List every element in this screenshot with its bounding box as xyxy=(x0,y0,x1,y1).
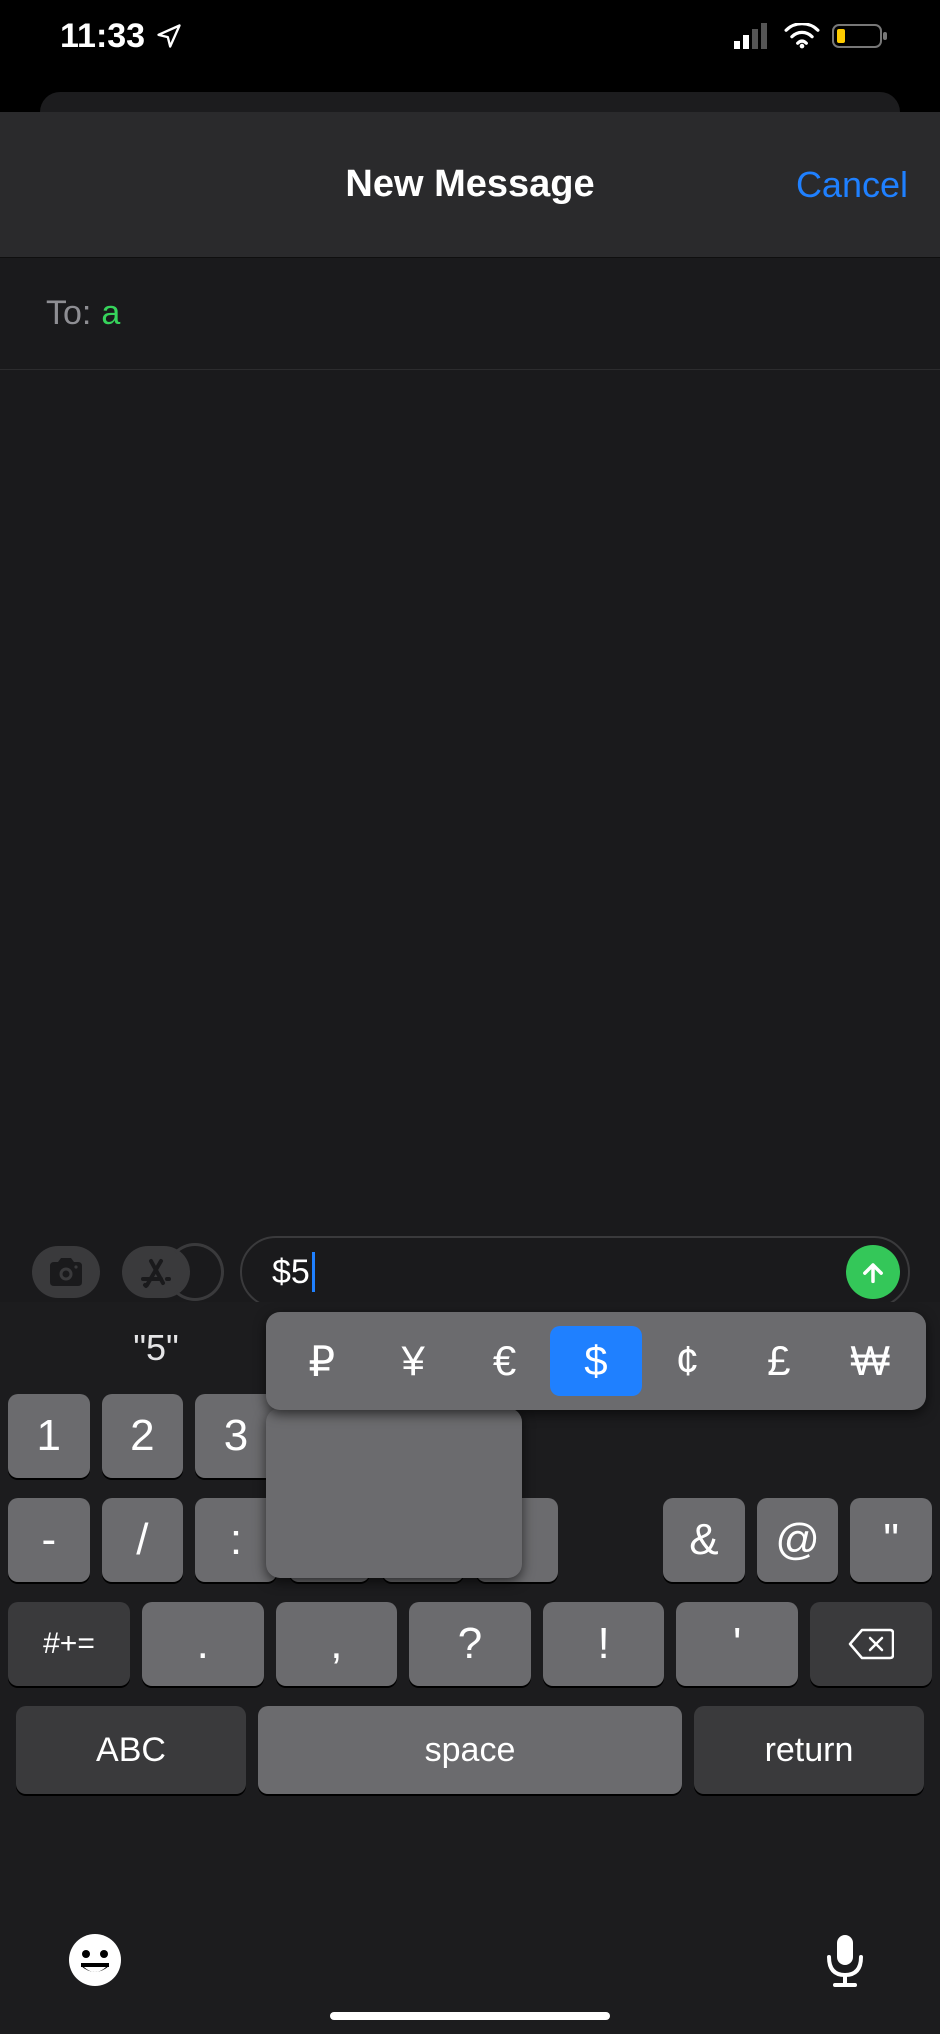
status-icons xyxy=(734,23,890,49)
emoji-button[interactable] xyxy=(64,1929,126,1991)
screen: 11:33 New Message Cancel To: a xyxy=(0,0,940,2034)
emoji-icon xyxy=(67,1932,123,1988)
key-abc[interactable]: ABC xyxy=(16,1706,246,1794)
key-row-1: ₽ ¥ € $ ¢ £ ₩ 1 2 3 xyxy=(8,1394,932,1478)
sheet-peek xyxy=(40,92,900,112)
message-area[interactable] xyxy=(0,370,940,1224)
status-time: 11:33 xyxy=(60,17,145,56)
key-row-bottom: ABC space return xyxy=(8,1706,932,1794)
key-period[interactable]: . xyxy=(142,1602,264,1686)
prediction-1-text: "5" xyxy=(133,1327,179,1369)
nav-header: New Message Cancel xyxy=(0,112,940,258)
key-apostrophe[interactable]: ' xyxy=(676,1602,798,1686)
currency-popup: ₽ ¥ € $ ¢ £ ₩ xyxy=(266,1312,926,1410)
key-exclaim[interactable]: ! xyxy=(543,1602,665,1686)
currency-option[interactable]: ¢ xyxy=(642,1326,733,1396)
keyboard-footer xyxy=(0,1910,940,2010)
key-2[interactable]: 2 xyxy=(102,1394,184,1478)
key-1[interactable]: 1 xyxy=(8,1394,90,1478)
arrow-up-icon xyxy=(859,1258,887,1286)
key-slash[interactable]: / xyxy=(102,1498,184,1582)
camera-icon xyxy=(46,1256,86,1288)
status-bar: 11:33 xyxy=(0,0,940,72)
cancel-button[interactable]: Cancel xyxy=(796,164,908,206)
currency-option[interactable]: ₩ xyxy=(825,1326,916,1396)
key-delete[interactable] xyxy=(810,1602,932,1686)
currency-option-selected[interactable]: $ xyxy=(550,1326,641,1396)
wifi-icon xyxy=(784,23,820,49)
to-label: To: xyxy=(46,294,91,333)
currency-option[interactable]: ₽ xyxy=(276,1326,367,1396)
key-quote[interactable]: " xyxy=(850,1498,932,1582)
text-caret xyxy=(312,1252,315,1292)
location-arrow-icon xyxy=(155,22,183,50)
key-at[interactable]: @ xyxy=(757,1498,839,1582)
key-row-3: #+= . , ? ! ' xyxy=(8,1602,932,1686)
send-button[interactable] xyxy=(846,1245,900,1299)
to-value: a xyxy=(101,294,120,333)
apps-button-wrap xyxy=(122,1246,212,1298)
key-comma[interactable]: , xyxy=(276,1602,398,1686)
key-question[interactable]: ? xyxy=(409,1602,531,1686)
battery-icon xyxy=(832,23,890,49)
key-space[interactable]: space xyxy=(258,1706,682,1794)
key-symbols[interactable]: #+= xyxy=(8,1602,130,1686)
key-3[interactable]: 3 xyxy=(195,1394,277,1478)
dictation-button[interactable] xyxy=(814,1929,876,1991)
key-ampersand[interactable]: & xyxy=(663,1498,745,1582)
status-time-group: 11:33 xyxy=(60,17,183,56)
microphone-icon xyxy=(823,1931,867,1989)
key-return[interactable]: return xyxy=(694,1706,924,1794)
currency-option[interactable]: ¥ xyxy=(367,1326,458,1396)
home-indicator[interactable] xyxy=(330,2012,610,2020)
message-text: $5 xyxy=(272,1253,310,1292)
message-input[interactable]: $5 xyxy=(240,1236,910,1308)
currency-option[interactable]: € xyxy=(459,1326,550,1396)
to-field-row[interactable]: To: a xyxy=(0,258,940,370)
cellular-icon xyxy=(734,23,772,49)
apps-ring-icon xyxy=(166,1243,224,1301)
keyboard-keys: ₽ ¥ € $ ¢ £ ₩ 1 2 3 xyxy=(0,1394,940,1794)
camera-button[interactable] xyxy=(32,1246,100,1298)
key-hidden xyxy=(570,1498,652,1582)
key-colon[interactable]: : xyxy=(195,1498,277,1582)
key-popup-connector xyxy=(266,1408,522,1578)
key-dash[interactable]: - xyxy=(8,1498,90,1582)
currency-option[interactable]: £ xyxy=(733,1326,824,1396)
backspace-icon xyxy=(848,1627,894,1661)
keyboard: "5" ₽ ¥ € $ ¢ £ ₩ 1 2 3 xyxy=(0,1302,940,2034)
